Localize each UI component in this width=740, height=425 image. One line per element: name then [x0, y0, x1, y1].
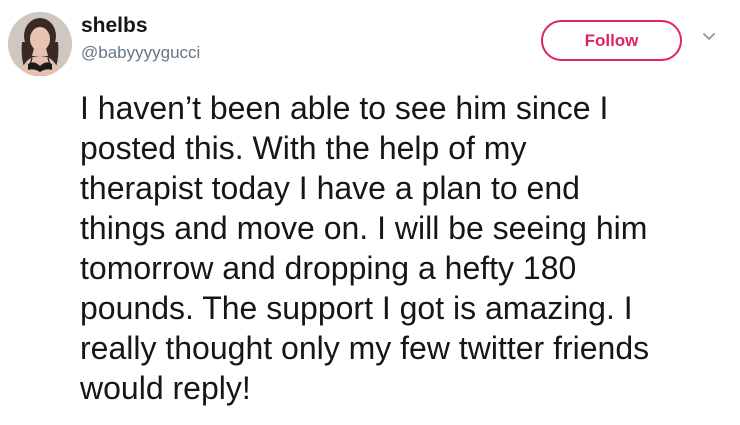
- tweet-card: shelbs @babyyyygucci Follow I haven’t be…: [0, 0, 740, 425]
- follow-button[interactable]: Follow: [541, 20, 682, 61]
- avatar-image: [8, 12, 72, 76]
- author-handle[interactable]: @babyyyygucci: [81, 42, 200, 64]
- author-display-name[interactable]: shelbs: [81, 13, 148, 39]
- chevron-down-icon[interactable]: [700, 30, 718, 44]
- tweet-text: I haven’t been able to see him since I p…: [80, 90, 650, 406]
- avatar[interactable]: [8, 12, 72, 76]
